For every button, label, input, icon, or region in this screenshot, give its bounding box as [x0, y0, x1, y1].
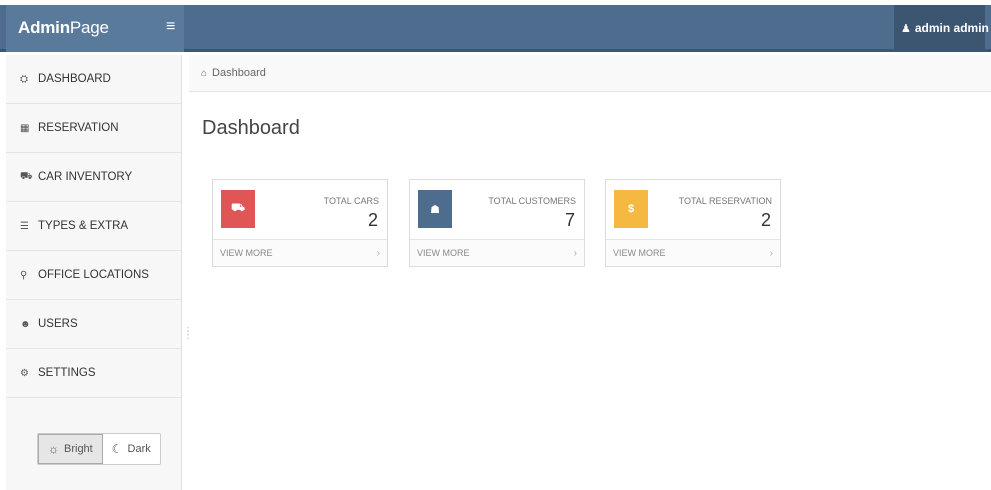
- user-icon: ♟: [901, 23, 911, 35]
- user-name: admin admin: [914, 21, 989, 35]
- sidebar-item-users[interactable]: ☻ USERS: [6, 300, 181, 349]
- stat-card-label: TOTAL RESERVATION: [678, 196, 772, 206]
- user-menu-dropdown[interactable]: ♟admin admin ▾: [901, 21, 991, 35]
- sidebar-item-reservation[interactable]: ▦ RESERVATION: [6, 104, 181, 153]
- stat-card-total-reservation: $ TOTAL RESERVATION 2 VIEW MORE ›: [605, 179, 781, 267]
- stat-card-value: 7: [564, 210, 575, 230]
- view-more-label: VIEW MORE: [613, 248, 666, 258]
- view-more-link[interactable]: VIEW MORE ›: [606, 239, 780, 266]
- chevron-right-icon: ›: [769, 247, 773, 259]
- stat-card-total-cars: ⛟ TOTAL CARS 2 VIEW MORE ›: [212, 179, 388, 267]
- sidebar-item-label: TYPES & EXTRA: [38, 220, 129, 232]
- theme-dark-label: Dark: [127, 443, 151, 455]
- brand-logo[interactable]: AdminPage: [18, 18, 109, 38]
- view-more-label: VIEW MORE: [417, 248, 470, 258]
- theme-dark-button[interactable]: ☾ Dark: [103, 434, 160, 464]
- sidebar-item-label: CAR INVENTORY: [38, 171, 133, 183]
- dashboard-icon: ⛭: [20, 73, 28, 85]
- sidebar-item-label: RESERVATION: [38, 122, 119, 134]
- sidebar-item-label: USERS: [38, 318, 78, 330]
- car-icon: ⛟: [20, 170, 33, 182]
- sun-icon: ☼: [48, 442, 59, 456]
- sidebar-item-label: OFFICE LOCATIONS: [38, 269, 149, 281]
- truck-icon: ⛟: [221, 190, 255, 228]
- breadcrumb: ⌂ Dashboard: [189, 55, 991, 92]
- sidebar-item-types-extra[interactable]: ☰ TYPES & EXTRA: [6, 202, 181, 251]
- breadcrumb-current: Dashboard: [212, 67, 266, 79]
- stat-card-value: 2: [367, 210, 378, 230]
- home-icon[interactable]: ⌂: [201, 68, 207, 79]
- page-title: Dashboard: [202, 117, 300, 139]
- view-more-label: VIEW MORE: [220, 248, 273, 258]
- user-icon: ☗: [418, 190, 452, 228]
- sidebar-item-dashboard[interactable]: ⛭ DASHBOARD: [6, 55, 181, 104]
- view-more-link[interactable]: VIEW MORE ›: [213, 239, 387, 266]
- brand-rest: Page: [69, 18, 109, 37]
- calendar-icon: ▦: [20, 122, 30, 134]
- gears-icon: ⚙: [20, 367, 29, 379]
- menu-toggle-icon[interactable]: ≡: [166, 18, 175, 36]
- sidebar-resize-handle[interactable]: ⋮ ⋮: [183, 327, 193, 341]
- chevron-right-icon: ›: [573, 247, 577, 259]
- sidebar-item-car-inventory[interactable]: ⛟ CAR INVENTORY: [6, 153, 181, 202]
- theme-bright-button[interactable]: ☼ Bright: [38, 434, 103, 464]
- brand-bold: Admin: [18, 18, 70, 37]
- top-navbar: AdminPage ≡ ♟admin admin ▾: [0, 5, 991, 52]
- map-marker-icon: ⚲: [20, 269, 28, 281]
- users-icon: ☻: [20, 318, 31, 330]
- sidebar: ⛭ DASHBOARD ▦ RESERVATION ⛟ CAR INVENTOR…: [6, 55, 182, 490]
- user-area: ♟admin admin ▾: [894, 5, 989, 52]
- stat-card-label: TOTAL CUSTOMERS: [488, 196, 576, 206]
- theme-switch: ☼ Bright ☾ Dark: [37, 433, 161, 465]
- sidebar-item-label: DASHBOARD: [38, 73, 111, 85]
- brand-area: AdminPage ≡: [6, 5, 184, 52]
- sidebar-item-label: SETTINGS: [38, 367, 96, 379]
- sidebar-item-office-locations[interactable]: ⚲ OFFICE LOCATIONS: [6, 251, 181, 300]
- moon-icon: ☾: [111, 442, 123, 456]
- stat-card-value: 2: [760, 210, 771, 230]
- view-more-link[interactable]: VIEW MORE ›: [410, 239, 584, 266]
- dollar-icon: $: [614, 190, 648, 228]
- stat-card-label: TOTAL CARS: [323, 196, 379, 206]
- sidebar-item-settings[interactable]: ⚙ SETTINGS: [6, 349, 181, 398]
- stat-card-total-customers: ☗ TOTAL CUSTOMERS 7 VIEW MORE ›: [409, 179, 585, 267]
- chevron-right-icon: ›: [376, 247, 380, 259]
- theme-bright-label: Bright: [64, 443, 93, 455]
- list-icon: ☰: [20, 220, 29, 232]
